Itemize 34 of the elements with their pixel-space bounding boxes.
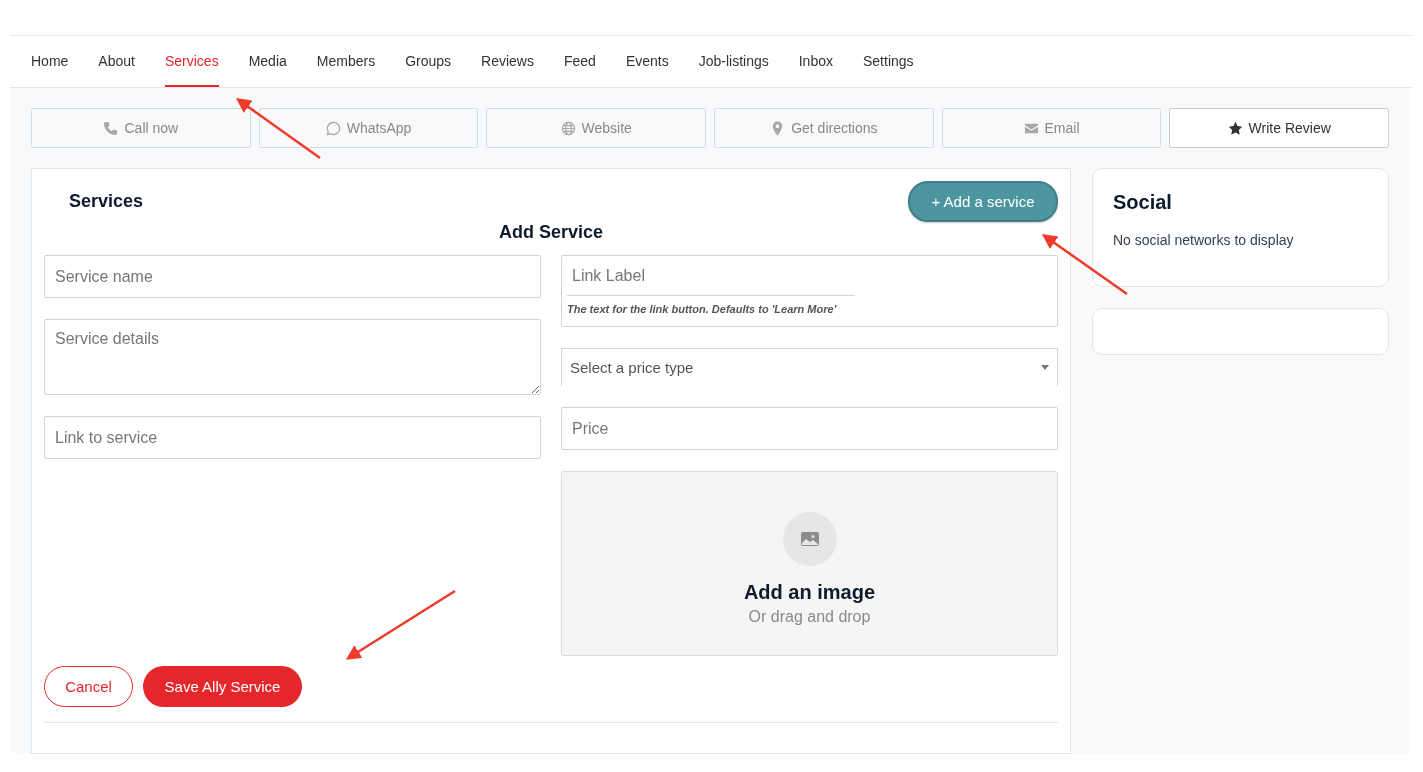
nav-tab[interactable]: Events (625, 36, 669, 87)
drop-title: Add an image (743, 580, 876, 604)
nav-tab[interactable]: Inbox (798, 36, 833, 87)
nav-tab[interactable]: About (98, 36, 135, 87)
text-input-field[interactable]: Service name (44, 255, 541, 298)
nav-tab[interactable]: Members (316, 36, 376, 87)
link-label-field[interactable]: Link Label The text for the link button. Defaults to 'Learn More' (561, 255, 1058, 327)
save-button[interactable]: Save Ally Service (143, 666, 302, 707)
image-drop-zone[interactable]: Add an image Or drag and drop (561, 471, 1058, 656)
action-button[interactable]: Write Review (1169, 108, 1390, 148)
nav-tab[interactable]: Media (248, 36, 287, 87)
chat-bubble-icon (325, 120, 341, 136)
nav-tab[interactable]: Feed (563, 36, 596, 87)
cancel-button[interactable]: Cancel (44, 666, 133, 707)
drop-subtitle: Or drag and drop (748, 607, 871, 626)
nav-tab[interactable]: Settings (863, 36, 914, 87)
price-type-select[interactable]: Select a price type (561, 348, 1058, 386)
nav-tab[interactable]: Home (31, 36, 69, 87)
phone-icon (103, 120, 119, 136)
price-field[interactable]: Price (561, 407, 1058, 450)
link-label-placeholder: Link Label (567, 256, 855, 296)
nav-tab[interactable]: Reviews (481, 36, 534, 87)
text-input-field[interactable]: Link to service (44, 416, 541, 459)
form-title: Add Service (497, 222, 604, 243)
empty-message: No social networks to display (1113, 232, 1295, 248)
field-hint: The text for the link button. Defaults to 'Learn More' (567, 303, 838, 315)
star-icon (1227, 120, 1243, 136)
nav-tab[interactable]: Job-listings (698, 36, 769, 87)
caret-icon (1041, 365, 1049, 370)
globe-icon (560, 120, 576, 136)
card-title: Social (1113, 191, 1173, 214)
section-title: Services (69, 191, 144, 212)
nav-tab[interactable]: Groups (405, 36, 452, 87)
service-details-field[interactable]: Service details (44, 319, 541, 395)
